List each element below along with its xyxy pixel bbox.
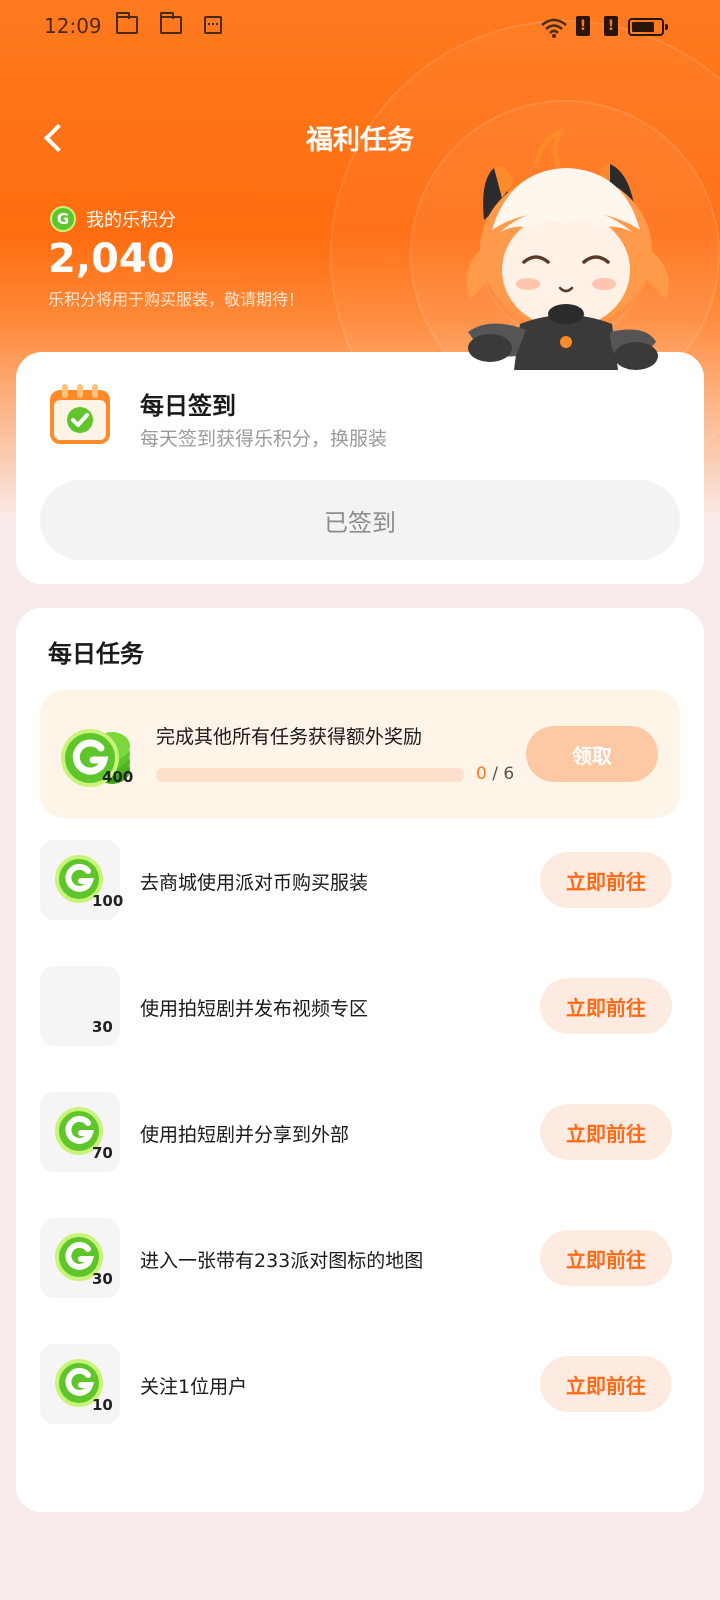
task-item: 70 使用拍短剧并分享到外部 立即前往 [40,1092,680,1172]
bonus-progress-text: 0 / 6 [476,764,514,784]
task-label: 进入一张带有233派对图标的地图 [140,1250,424,1272]
alert-icon: ! [604,16,618,36]
points-note: 乐积分将用于购买服装，敬请期待！ [48,290,305,309]
progress-current: 0 [476,764,487,784]
task-label: 关注1位用户 [140,1376,248,1398]
task-icon-box: 70 [40,1092,120,1172]
points-value: 2,040 [48,236,175,282]
bonus-progress-bar [156,768,464,782]
battery-icon [628,18,668,36]
points-label: 我的乐积分 [86,210,176,231]
daily-tasks-card: 每日任务 400 完成其他所有任务获得额外奖励 0 / 6 领取 100 去商城… [16,608,704,1512]
task-reward: 70 [92,1144,113,1162]
wifi-icon [541,18,567,38]
alert-icon: ! [576,16,590,36]
bonus-task: 400 完成其他所有任务获得额外奖励 0 / 6 领取 [40,690,680,818]
folder-icon [116,12,138,34]
section-title: 每日任务 [48,640,144,668]
checked-in-button[interactable]: 已签到 [40,480,680,560]
task-label: 使用拍短剧并发布视频专区 [140,998,369,1020]
task-icon-box: 100 [40,840,124,920]
go-button[interactable]: 立即前往 [540,1356,672,1412]
checkin-title: 每日签到 [140,392,236,420]
calendar-icon [204,16,222,34]
go-button[interactable]: 立即前往 [540,852,672,908]
coin-icon: G [50,206,76,232]
status-time: 12:09 [44,14,102,38]
status-bar: 12:09 ! ! [0,0,720,56]
bonus-text: 完成其他所有任务获得额外奖励 [156,726,423,748]
go-button[interactable]: 立即前往 [540,1230,672,1286]
claim-button[interactable]: 领取 [526,726,658,782]
task-item: 10 关注1位用户 立即前往 [40,1344,680,1424]
task-item: 30 进入一张带有233派对图标的地图 立即前往 [40,1218,680,1298]
folder-icon [160,12,182,34]
task-icon-box: 30 [40,966,120,1046]
go-button[interactable]: 立即前往 [540,1104,672,1160]
task-item: 100 去商城使用派对币购买服装 立即前往 [40,840,680,920]
progress-total: 6 [503,764,515,784]
progress-separator: / [492,764,498,784]
task-icon-box: 10 [40,1344,120,1424]
checkin-subtitle: 每天签到获得乐积分，换服装 [140,428,388,450]
task-reward: 30 [92,1018,113,1036]
task-icon-box: 30 [40,1218,120,1298]
bonus-reward: 400 [102,768,134,786]
mascot-illustration [466,127,669,370]
task-item: 30 使用拍短剧并发布视频专区 立即前往 [40,966,680,1046]
task-reward: 100 [92,892,124,910]
task-reward: 30 [92,1270,113,1288]
task-reward: 10 [92,1396,113,1414]
task-label: 去商城使用派对币购买服装 [140,872,369,894]
points-header: G 我的乐积分 [50,206,176,232]
checkin-calendar-icon [50,384,110,444]
go-button[interactable]: 立即前往 [540,978,672,1034]
task-label: 使用拍短剧并分享到外部 [140,1124,350,1146]
